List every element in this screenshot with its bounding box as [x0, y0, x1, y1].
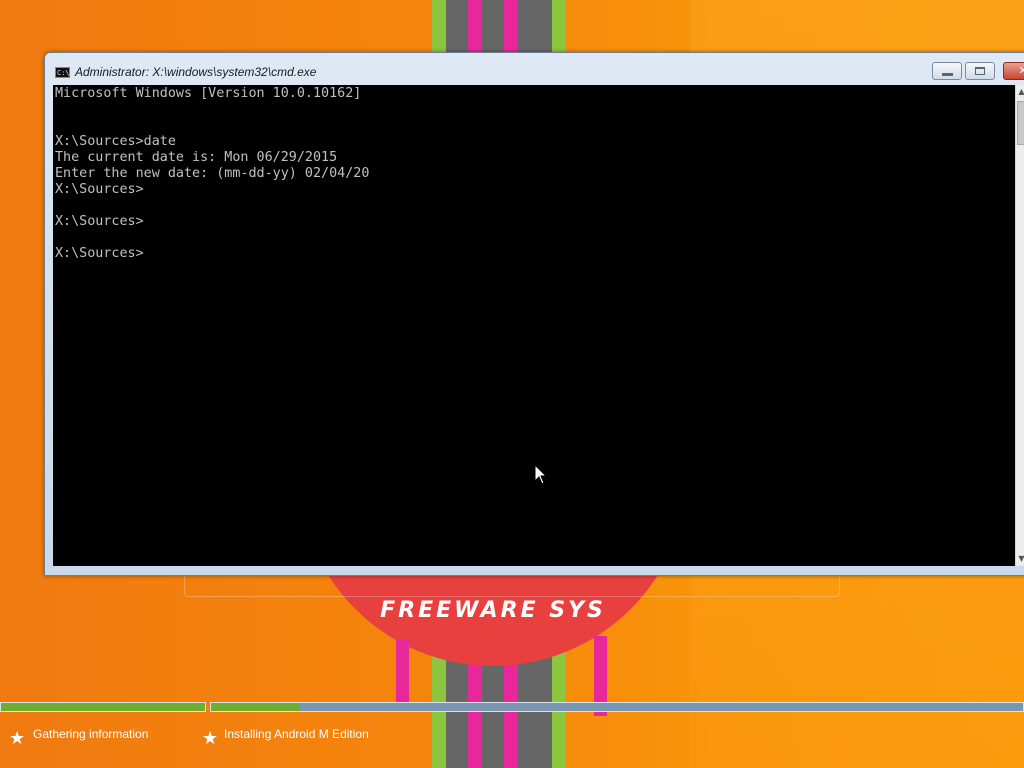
- minimize-button[interactable]: [932, 62, 962, 80]
- star-icon: ★: [9, 728, 26, 748]
- window-title: Administrator: X:\windows\system32\cmd.e…: [75, 65, 317, 79]
- console-line: X:\Sources>: [55, 246, 144, 261]
- maximize-icon: [975, 67, 985, 75]
- close-icon: ✕: [1018, 64, 1024, 77]
- console-line: X:\Sources>: [55, 214, 144, 229]
- installer-step-label: Gathering information: [33, 727, 149, 741]
- console-line: Enter the new date: (mm-dd-yy) 02/04/20: [55, 166, 370, 181]
- star-icon: ★: [202, 728, 219, 748]
- mouse-cursor-icon: [534, 464, 548, 485]
- minimize-icon: [942, 73, 953, 76]
- scroll-up-icon[interactable]: ▲: [1016, 85, 1024, 99]
- progress-step-1: [0, 702, 206, 712]
- disc-leg-left: [396, 640, 409, 702]
- progress-step-2-fill: [211, 703, 300, 711]
- maximize-button[interactable]: [965, 62, 995, 80]
- title-bar[interactable]: C:\ Administrator: X:\windows\system32\c…: [45, 53, 1024, 85]
- progress-step-2-track: [210, 702, 1024, 712]
- console-line: X:\Sources>date: [55, 134, 176, 149]
- console-line: The current date is: Mon 06/29/2015: [55, 150, 338, 165]
- vertical-scrollbar[interactable]: ▲ ▼: [1015, 85, 1024, 566]
- console-lines: Microsoft Windows [Version 10.0.10162] X:…: [55, 86, 369, 262]
- console-line: X:\Sources>: [55, 182, 144, 197]
- cmd-icon: C:\: [55, 67, 70, 78]
- close-button[interactable]: ✕: [1003, 62, 1024, 80]
- console-output[interactable]: Microsoft Windows [Version 10.0.10162] X:…: [53, 85, 1015, 566]
- console-line: Microsoft Windows [Version 10.0.10162]: [55, 86, 362, 101]
- cmd-window[interactable]: C:\ Administrator: X:\windows\system32\c…: [44, 52, 1024, 576]
- scroll-thumb[interactable]: [1017, 101, 1024, 145]
- scroll-down-icon[interactable]: ▼: [1016, 552, 1024, 566]
- brand-logo-text: FREEWARE SYS: [380, 598, 606, 623]
- installer-step-label: Installing Android M Edition: [224, 727, 369, 741]
